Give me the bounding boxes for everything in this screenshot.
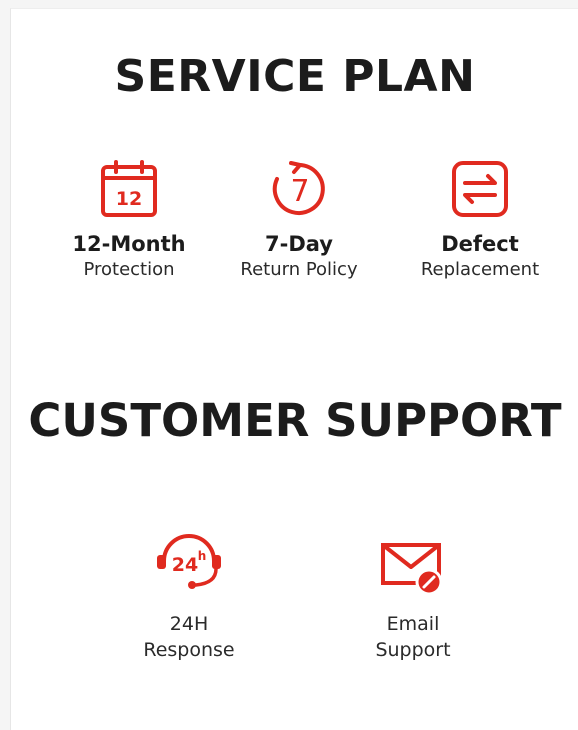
support-24h-response: 24 h 24H Response — [104, 531, 274, 663]
feature-12-month-heading: 12-Month — [72, 232, 186, 256]
feature-defect-subtitle: Replacement — [420, 259, 540, 280]
support-email: Email Support — [328, 537, 498, 663]
support-24h-line1: 24H — [169, 613, 209, 635]
support-email-line2: Support — [375, 639, 451, 661]
feature-defect: Defect Replacement — [395, 159, 565, 283]
headset-24h-icon-number: 24 — [172, 554, 198, 576]
customer-support-title: CUSTOMER SUPPORT — [28, 394, 562, 447]
support-24h-label: 24H Response — [104, 611, 274, 663]
return-7-icon-number: 7 — [290, 174, 309, 209]
support-24h-line2: Response — [143, 639, 235, 661]
feature-7-day-subtitle: Return Policy — [240, 259, 358, 280]
support-email-line1: Email — [386, 613, 440, 635]
calendar-icon: 12 — [101, 160, 157, 217]
email-icon — [381, 543, 443, 596]
support-email-label: Email Support — [328, 611, 498, 663]
return-7-icon: 7 — [272, 161, 325, 215]
feature-7-day-heading: 7-Day — [265, 232, 333, 256]
feature-12-month-subtitle: Protection — [83, 259, 175, 280]
calendar-icon-number: 12 — [116, 188, 142, 210]
swap-arrows-icon — [452, 161, 508, 217]
headset-24h-icon: 24 h — [157, 534, 221, 589]
headset-24h-icon-superscript: h — [198, 549, 207, 563]
feature-defect-heading: Defect — [441, 232, 519, 256]
feature-12-month: 12 12-Month Protection — [44, 159, 214, 283]
service-card: SERVICE PLAN 12 12-Month Protection 7 7-… — [10, 8, 578, 730]
service-plan-title: SERVICE PLAN — [114, 51, 476, 102]
feature-7-day: 7 7-Day Return Policy — [214, 159, 384, 283]
